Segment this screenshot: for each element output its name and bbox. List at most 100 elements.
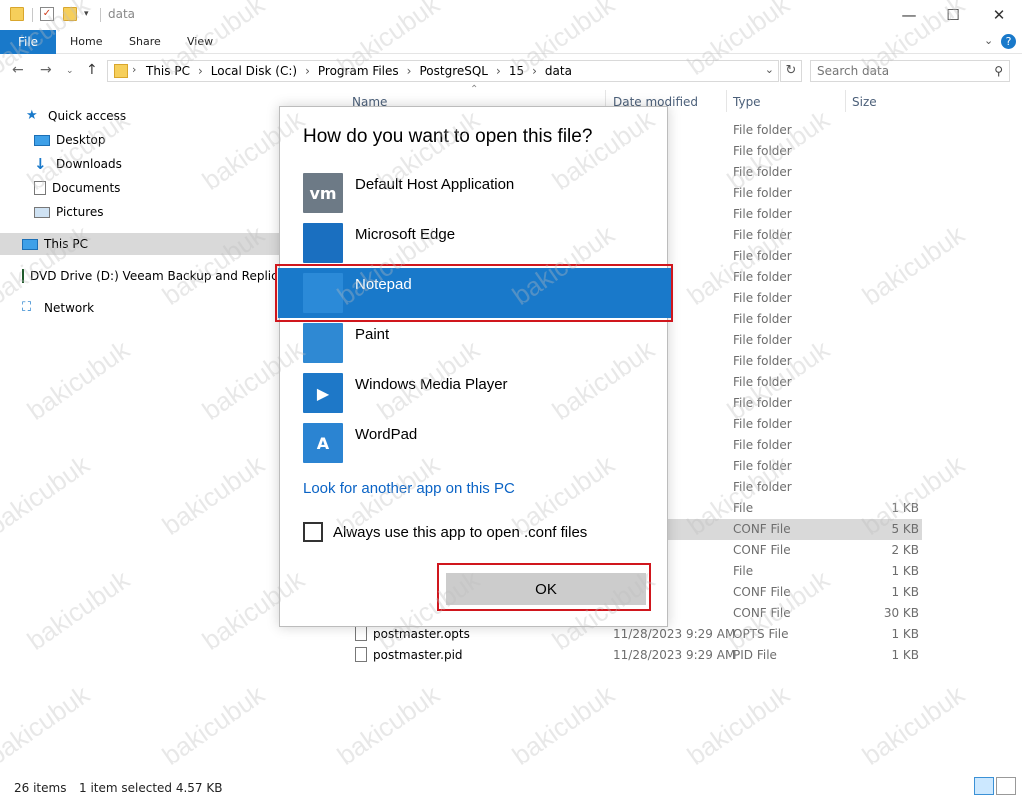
breadcrumb-program-files[interactable]: Program Files <box>318 64 399 78</box>
always-use-label[interactable]: Always use this app to open .conf files <box>333 524 587 541</box>
sidebar-item-documents[interactable]: Documents <box>0 177 280 199</box>
search-box[interactable]: ⚲ <box>810 60 1010 82</box>
file-date: 11/28/2023 9:29 AM <box>613 648 736 662</box>
details-view-icon[interactable] <box>974 777 994 795</box>
file-icon <box>355 626 367 641</box>
maximize-button[interactable]: ☐ <box>930 0 976 30</box>
title-bar: ✓ ▾ data — ☐ ✕ <box>0 0 1022 30</box>
breadcrumb-postgresql[interactable]: PostgreSQL <box>419 64 488 78</box>
file-type: File folder <box>733 291 792 305</box>
sidebar-item-quick-access[interactable]: ★ Quick access <box>0 105 280 127</box>
picture-icon <box>34 206 50 218</box>
sidebar-item-pictures[interactable]: Pictures <box>0 201 280 223</box>
status-item-count: 26 items <box>14 781 67 795</box>
sidebar-item-desktop[interactable]: Desktop <box>0 129 280 151</box>
desktop-icon <box>34 134 50 146</box>
watermark-text: bakicubuk <box>681 679 795 771</box>
customize-toolbar-icon[interactable]: ▾ <box>84 7 98 21</box>
app-label: WordPad <box>355 426 418 443</box>
computer-icon <box>22 238 38 250</box>
search-icon[interactable]: ⚲ <box>994 64 1003 78</box>
star-icon: ★ <box>26 108 38 123</box>
column-header-size[interactable]: Size <box>852 95 877 109</box>
tab-file[interactable]: File <box>0 30 56 54</box>
file-size: 1 KB <box>891 501 919 515</box>
app-option-paint[interactable]: Paint <box>280 318 669 368</box>
app-label: Default Host Application <box>355 176 515 193</box>
tab-view[interactable]: View <box>187 35 213 48</box>
column-header-type[interactable]: Type <box>733 95 761 109</box>
chevron-down-icon[interactable]: ⌄ <box>765 63 774 76</box>
app-option-default-host-application[interactable]: vm Default Host Application <box>280 168 669 218</box>
back-icon[interactable]: ← <box>12 62 24 78</box>
column-divider[interactable] <box>726 90 727 112</box>
app-option-microsoft-edge[interactable]: Microsoft Edge <box>280 218 669 268</box>
large-icons-view-icon[interactable] <box>996 777 1016 795</box>
network-icon: ⛶ <box>22 300 32 315</box>
file-type: File folder <box>733 123 792 137</box>
watermark-text: bakicubuk <box>506 679 620 771</box>
refresh-icon[interactable]: ↻ <box>780 60 802 82</box>
app-label: Microsoft Edge <box>355 226 456 243</box>
file-name: postmaster.pid <box>373 648 463 662</box>
chevron-right-icon[interactable]: › <box>532 64 537 78</box>
dvd-icon <box>22 269 24 283</box>
file-size: 1 KB <box>891 585 919 599</box>
file-date: 11/28/2023 9:29 AM <box>613 627 736 641</box>
table-row[interactable]: postmaster.pid 11/28/2023 9:29 AM PID File… <box>345 645 922 666</box>
app-option-windows-media-player[interactable]: ▶ Windows Media Player <box>280 368 669 418</box>
app-option-wordpad[interactable]: A WordPad <box>280 418 669 468</box>
edge-icon <box>303 223 343 263</box>
file-type: File folder <box>733 165 792 179</box>
file-size: 30 KB <box>883 606 919 620</box>
separator <box>32 8 33 22</box>
file-type: PID File <box>733 648 777 662</box>
file-type: File folder <box>733 480 792 494</box>
file-type: File folder <box>733 333 792 347</box>
tab-share[interactable]: Share <box>129 35 161 48</box>
up-icon[interactable]: ↑ <box>86 62 98 78</box>
table-row[interactable]: postmaster.opts 11/28/2023 9:29 AM OPTS Fi… <box>345 624 922 645</box>
app-label: Paint <box>355 326 390 343</box>
breadcrumb-data[interactable]: data <box>545 64 572 78</box>
file-size: 1 KB <box>891 564 919 578</box>
watermark-text: bakicubuk <box>331 679 445 771</box>
chevron-right-icon[interactable]: › <box>305 64 310 78</box>
watermark-text: bakicubuk <box>856 679 970 771</box>
breadcrumb-15[interactable]: 15 <box>509 64 524 78</box>
file-type: File folder <box>733 396 792 410</box>
chevron-right-icon[interactable]: › <box>407 64 412 78</box>
paint-icon <box>303 323 343 363</box>
breadcrumb-local-disk[interactable]: Local Disk (C:) <box>211 64 297 78</box>
address-bar[interactable]: › This PC › Local Disk (C:) › Program Fi… <box>107 60 779 82</box>
chevron-right-icon[interactable]: › <box>496 64 501 78</box>
forward-icon[interactable]: → <box>40 62 52 78</box>
document-icon <box>34 181 46 195</box>
file-type: File <box>733 501 754 515</box>
file-icon <box>355 647 367 662</box>
column-divider[interactable] <box>845 90 846 112</box>
collapse-ribbon-icon[interactable]: ⌄ <box>984 34 993 47</box>
tab-home[interactable]: Home <box>70 35 102 48</box>
sidebar-item-this-pc[interactable]: This PC <box>0 233 280 255</box>
sort-ascending-icon: ⌃ <box>470 84 479 95</box>
new-folder-icon[interactable] <box>63 7 77 21</box>
properties-icon[interactable]: ✓ <box>40 7 54 21</box>
always-use-checkbox[interactable] <box>303 522 323 542</box>
ribbon-tabs: File Home Share View ⌄ ? <box>0 30 1022 54</box>
sidebar-item-network[interactable]: ⛶ Network <box>0 297 280 319</box>
help-icon[interactable]: ? <box>1001 34 1016 49</box>
sidebar-item-downloads[interactable]: ↓ Downloads <box>0 153 280 175</box>
sidebar-item-dvd-drive[interactable]: DVD Drive (D:) Veeam Backup and Replicat… <box>0 265 280 287</box>
wordpad-icon: A <box>303 423 343 463</box>
highlight-box <box>437 563 651 611</box>
search-input[interactable] <box>811 61 981 81</box>
recent-locations-icon[interactable]: ⌄ <box>66 66 74 76</box>
look-for-app-link[interactable]: Look for another app on this PC <box>303 480 515 497</box>
breadcrumb-this-pc[interactable]: This PC <box>146 64 190 78</box>
close-button[interactable]: ✕ <box>976 0 1022 30</box>
chevron-right-icon[interactable]: › <box>132 63 136 76</box>
file-type: File folder <box>733 207 792 221</box>
chevron-right-icon[interactable]: › <box>198 64 203 78</box>
minimize-button[interactable]: — <box>886 0 932 30</box>
